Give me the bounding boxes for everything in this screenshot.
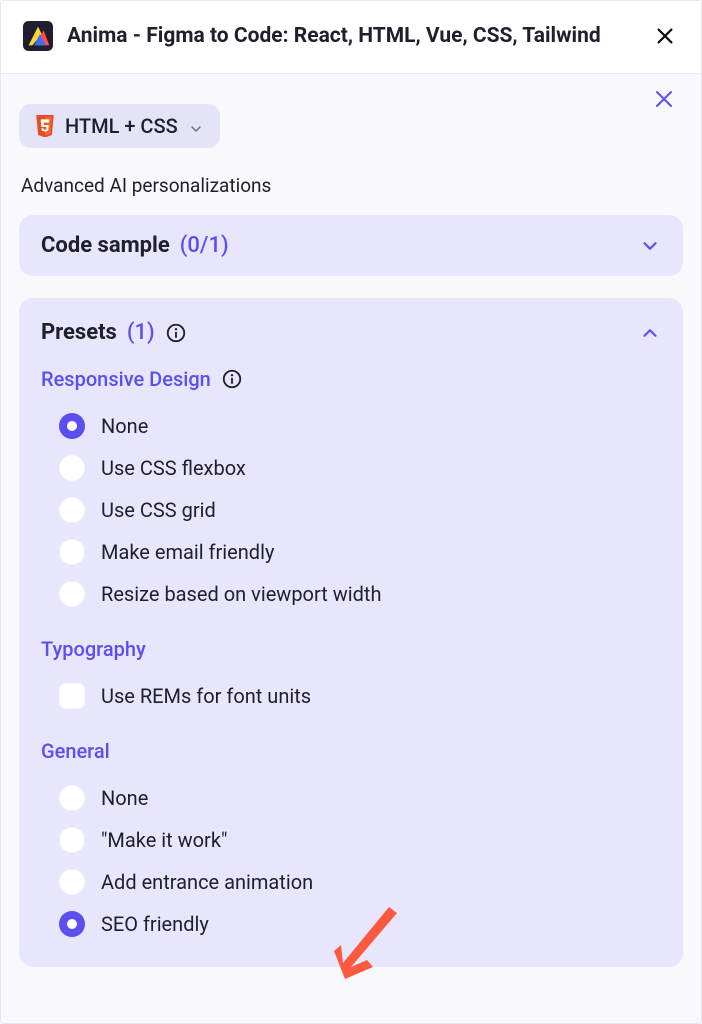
radio-icon bbox=[59, 869, 85, 895]
panel-subtitle: Advanced AI personalizations bbox=[21, 174, 681, 197]
radio-option-responsive-viewport[interactable]: Resize based on viewport width bbox=[41, 573, 661, 615]
group-label: Typography bbox=[41, 637, 146, 661]
radio-icon bbox=[59, 911, 85, 937]
radio-icon bbox=[59, 785, 85, 811]
radio-option-general-make-it-work[interactable]: "Make it work" bbox=[41, 819, 661, 861]
radio-icon bbox=[59, 455, 85, 481]
settings-panel: HTML + CSS Advanced AI personalizations … bbox=[1, 74, 701, 1011]
chevron-down-icon bbox=[639, 235, 661, 257]
option-label: SEO friendly bbox=[101, 912, 209, 936]
radio-option-general-none[interactable]: None bbox=[41, 777, 661, 819]
close-icon bbox=[654, 25, 676, 47]
option-label: Add entrance animation bbox=[101, 870, 313, 894]
group-label: General bbox=[41, 739, 110, 763]
close-panel-button[interactable] bbox=[649, 84, 679, 114]
code-sample-section[interactable]: Code sample (0/1) bbox=[19, 215, 683, 276]
radio-option-general-entrance-animation[interactable]: Add entrance animation bbox=[41, 861, 661, 903]
section-title: Code sample bbox=[41, 233, 170, 258]
chevron-down-icon bbox=[188, 118, 204, 134]
radio-option-responsive-grid[interactable]: Use CSS grid bbox=[41, 489, 661, 531]
app-header: Anima - Figma to Code: React, HTML, Vue,… bbox=[1, 1, 701, 74]
group-title-responsive: Responsive Design bbox=[41, 367, 661, 391]
app-title: Anima - Figma to Code: React, HTML, Vue,… bbox=[67, 24, 637, 48]
option-label: None bbox=[101, 786, 148, 810]
checkbox-option-typography-rems[interactable]: Use REMs for font units bbox=[41, 675, 661, 717]
group-title-general: General bbox=[41, 739, 661, 763]
radio-icon bbox=[59, 827, 85, 853]
radio-option-general-seo[interactable]: SEO friendly bbox=[41, 903, 661, 945]
presets-header[interactable]: Presets (1) bbox=[41, 320, 661, 345]
option-label: Use CSS flexbox bbox=[101, 456, 246, 480]
radio-option-responsive-email[interactable]: Make email friendly bbox=[41, 531, 661, 573]
section-title: Presets bbox=[41, 320, 117, 345]
close-plugin-button[interactable] bbox=[651, 22, 679, 50]
section-count: (0/1) bbox=[180, 233, 229, 258]
option-label: Make email friendly bbox=[101, 540, 274, 564]
radio-option-responsive-none[interactable]: None bbox=[41, 405, 661, 447]
radio-option-responsive-flexbox[interactable]: Use CSS flexbox bbox=[41, 447, 661, 489]
option-label: None bbox=[101, 414, 148, 438]
html5-icon bbox=[35, 115, 55, 137]
anima-logo-icon bbox=[23, 21, 53, 51]
radio-icon bbox=[59, 581, 85, 607]
radio-icon bbox=[59, 539, 85, 565]
option-label: "Make it work" bbox=[101, 828, 227, 852]
framework-selector[interactable]: HTML + CSS bbox=[19, 104, 220, 148]
section-count: (1) bbox=[127, 320, 155, 345]
option-label: Use CSS grid bbox=[101, 498, 216, 522]
info-icon[interactable] bbox=[221, 368, 243, 390]
close-icon bbox=[652, 87, 676, 111]
radio-icon bbox=[59, 497, 85, 523]
info-icon[interactable] bbox=[165, 322, 187, 344]
radio-icon bbox=[59, 413, 85, 439]
framework-label: HTML + CSS bbox=[65, 114, 178, 138]
option-label: Resize based on viewport width bbox=[101, 582, 381, 606]
chevron-up-icon bbox=[639, 322, 661, 344]
group-title-typography: Typography bbox=[41, 637, 661, 661]
presets-section: Presets (1) Responsive Design None Use C… bbox=[19, 298, 683, 967]
option-label: Use REMs for font units bbox=[101, 684, 311, 708]
checkbox-icon bbox=[59, 683, 85, 709]
group-label: Responsive Design bbox=[41, 367, 211, 391]
